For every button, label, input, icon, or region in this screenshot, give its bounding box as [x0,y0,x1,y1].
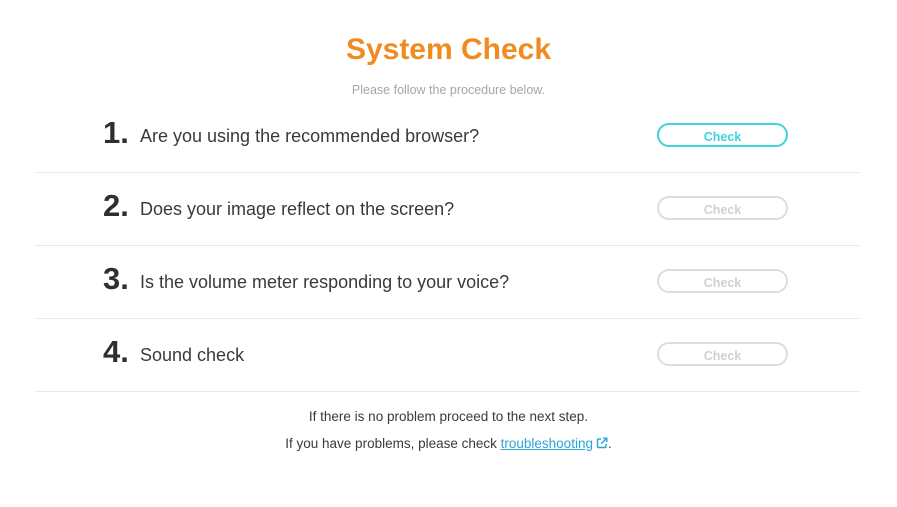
step-question: Does your image reflect on the screen? [140,199,455,219]
step-row-3: 3. Is the volume meter responding to you… [35,246,860,319]
step-row-1: 1. Are you using the recommended browser… [35,100,860,173]
footer-help-text: If you have problems, please check troub… [0,435,897,453]
footer-help-prefix: If you have problems, please check [285,436,501,451]
troubleshooting-link[interactable]: troubleshooting [501,436,608,451]
external-link-icon [596,437,608,449]
footer-proceed-text: If there is no problem proceed to the ne… [308,409,589,424]
check-button-camera[interactable]: Check [657,196,788,220]
troubleshooting-link-label: troubleshooting [500,436,593,451]
step-row-2: 2. Does your image reflect on the screen… [35,173,860,246]
check-button-sound[interactable]: Check [657,342,788,366]
step-question: Sound check [140,345,245,365]
step-row-4: 4. Sound check Check [35,319,860,392]
step-number: 1. [103,115,129,150]
step-number: 3. [103,261,129,296]
step-number: 4. [103,334,129,369]
check-button-browser[interactable]: Check [657,123,788,147]
step-list: 1. Are you using the recommended browser… [35,100,860,392]
page-title: System Check [345,33,552,66]
step-question: Are you using the recommended browser? [140,126,480,146]
check-button-microphone[interactable]: Check [657,269,788,293]
step-number: 2. [103,188,129,223]
step-question: Is the volume meter responding to your v… [140,272,510,292]
footer-help-suffix: . [607,436,612,451]
page-subtitle: Please follow the procedure below. [351,83,546,97]
